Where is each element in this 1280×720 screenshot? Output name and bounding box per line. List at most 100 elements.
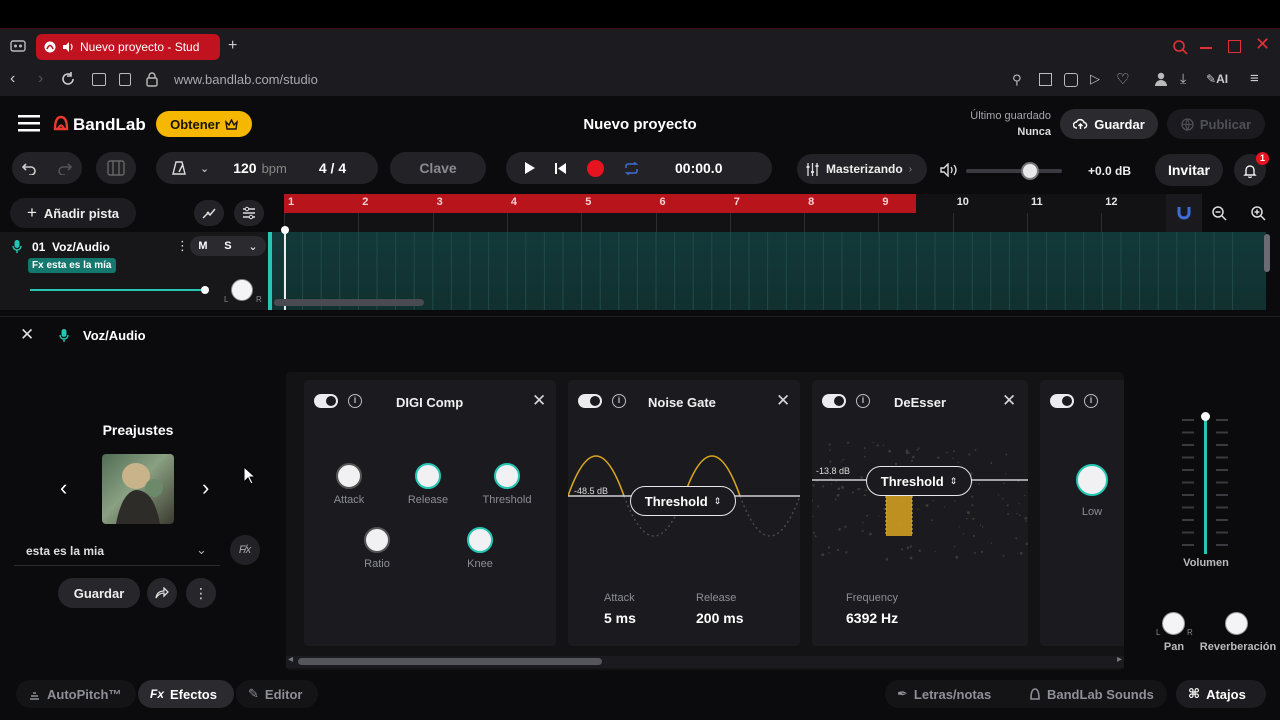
noise-gate-toggle[interactable] bbox=[578, 394, 602, 408]
undo-icon[interactable] bbox=[22, 162, 37, 175]
shortcuts-tab[interactable]: ⌘ Atajos bbox=[1176, 680, 1266, 708]
loop-icon[interactable] bbox=[624, 161, 639, 175]
preset-dropdown[interactable]: esta es la mia ⌄ bbox=[14, 538, 220, 566]
rack-scrollbar[interactable]: ◂ ▸ bbox=[286, 654, 1124, 668]
chevron-down-icon[interactable]: ⌄ bbox=[200, 162, 209, 175]
timeline-ruler[interactable]: 1 2 3 4 5 6 7 8 9 10 11 12 bbox=[284, 194, 1166, 232]
heart-icon[interactable]: ♡ bbox=[1116, 70, 1129, 88]
lyrics-tab[interactable]: ✒ Letras/notas bbox=[885, 680, 1017, 708]
track-more-icon[interactable]: ⋮ bbox=[176, 238, 189, 254]
metronome-icon[interactable] bbox=[172, 161, 186, 175]
editor-tab[interactable]: ✎ Editor bbox=[236, 680, 318, 708]
add-track-button[interactable]: + Añadir pista bbox=[10, 198, 136, 228]
autopitch-tab[interactable]: AutoPitch™ bbox=[16, 680, 136, 708]
save-preset-button[interactable]: Guardar bbox=[58, 578, 140, 608]
bpm-value[interactable]: 120 bbox=[233, 160, 256, 176]
info-icon[interactable]: i bbox=[612, 394, 626, 408]
volume-fader-track[interactable] bbox=[1204, 416, 1207, 554]
comp-knob-knee[interactable] bbox=[467, 527, 493, 553]
low-knob[interactable] bbox=[1076, 464, 1108, 496]
deesser-threshold-button[interactable]: Threshold ⇕ bbox=[866, 466, 972, 496]
zoom-out-icon[interactable] bbox=[1211, 205, 1227, 221]
pin-icon[interactable]: ⚲ bbox=[1012, 72, 1022, 88]
time-signature[interactable]: 4 / 4 bbox=[319, 160, 346, 176]
share-preset-button[interactable] bbox=[147, 578, 177, 608]
download-icon[interactable]: ⤓ bbox=[1180, 70, 1186, 87]
close-noise-gate-icon[interactable]: ✕ bbox=[776, 391, 790, 411]
redo-icon[interactable] bbox=[57, 162, 72, 175]
noise-gate-release-value[interactable]: 200 ms bbox=[696, 610, 743, 626]
effects-tab[interactable]: Fx Efectos bbox=[138, 680, 234, 708]
print-icon[interactable] bbox=[119, 73, 131, 86]
master-volume-knob[interactable] bbox=[1021, 162, 1039, 180]
browser-menu-icon[interactable]: ≡ bbox=[1250, 70, 1259, 87]
keyboard-button[interactable] bbox=[96, 152, 136, 184]
skip-back-icon[interactable] bbox=[554, 162, 567, 175]
zoom-in-icon[interactable] bbox=[1250, 205, 1266, 221]
mute-button[interactable]: M bbox=[198, 240, 207, 252]
publish-button[interactable]: Publicar bbox=[1167, 109, 1265, 139]
next-preset-icon[interactable]: › bbox=[202, 475, 209, 501]
digi-comp-toggle[interactable] bbox=[314, 394, 338, 408]
tab-overview-icon[interactable] bbox=[10, 39, 26, 53]
profile-icon[interactable] bbox=[1154, 72, 1168, 87]
vertical-scrollbar-thumb[interactable] bbox=[1264, 234, 1270, 272]
comp-knob-release[interactable] bbox=[415, 463, 441, 489]
browser-tab-active[interactable]: Nuevo proyecto - Stud bbox=[36, 34, 220, 60]
close-deesser-icon[interactable]: ✕ bbox=[1002, 391, 1016, 411]
info-icon[interactable]: i bbox=[856, 394, 870, 408]
info-icon[interactable]: i bbox=[348, 394, 362, 408]
url-text[interactable]: www.bandlab.com/studio bbox=[174, 72, 318, 87]
deesser-frequency-value[interactable]: 6392 Hz bbox=[846, 610, 898, 626]
noise-gate-attack-value[interactable]: 5 ms bbox=[604, 610, 636, 626]
noise-gate-threshold-button[interactable]: Threshold ⇕ bbox=[630, 486, 736, 516]
remove-fx-button[interactable]: F̸x bbox=[230, 535, 260, 565]
track-volume-handle[interactable] bbox=[201, 286, 209, 294]
screenshot-icon[interactable] bbox=[1039, 73, 1052, 86]
get-membership-button[interactable]: Obtener bbox=[156, 111, 252, 137]
close-effects-icon[interactable]: ✕ bbox=[20, 325, 34, 345]
reverb-knob[interactable] bbox=[1225, 612, 1248, 635]
maximize-icon[interactable] bbox=[1228, 40, 1241, 53]
save-project-button[interactable]: Guardar bbox=[1060, 109, 1158, 139]
key-button[interactable]: Clave bbox=[390, 152, 486, 184]
fourth-effect-toggle[interactable] bbox=[1050, 394, 1074, 408]
speaker-icon[interactable] bbox=[62, 41, 74, 53]
track-name[interactable]: 01 Voz/Audio bbox=[32, 240, 110, 254]
previous-preset-icon[interactable]: ‹ bbox=[60, 475, 67, 501]
preset-more-button[interactable]: ⋮ bbox=[186, 578, 216, 608]
volume-fader-handle[interactable] bbox=[1201, 412, 1210, 421]
info-icon[interactable]: i bbox=[1084, 394, 1098, 408]
master-volume-icon[interactable] bbox=[940, 163, 958, 177]
brand-name[interactable]: BandLab bbox=[73, 115, 146, 135]
expand-track-icon[interactable]: ⌄ bbox=[248, 240, 257, 253]
hamburger-menu-icon[interactable] bbox=[18, 114, 40, 132]
shield-block-icon[interactable] bbox=[1064, 73, 1078, 87]
play-tab-icon[interactable]: ▷ bbox=[1090, 71, 1100, 87]
invite-button[interactable]: Invitar bbox=[1155, 154, 1223, 186]
solo-button[interactable]: S bbox=[224, 240, 231, 252]
deesser-toggle[interactable] bbox=[822, 394, 846, 408]
pan-knob[interactable] bbox=[1162, 612, 1185, 635]
project-title[interactable]: Nuevo proyecto bbox=[540, 116, 740, 133]
play-icon[interactable] bbox=[524, 161, 536, 175]
track-control-panel[interactable]: 01 Voz/Audio ⋮ M S ⌄ Fx esta es la mía L… bbox=[0, 232, 270, 310]
scroll-left-icon[interactable]: ◂ bbox=[288, 654, 293, 665]
reader-icon[interactable] bbox=[92, 73, 106, 86]
mastering-button[interactable]: Masterizando › bbox=[797, 154, 927, 184]
track-fx-chip[interactable]: Fx esta es la mía bbox=[28, 258, 116, 273]
track-settings-button[interactable] bbox=[234, 200, 264, 226]
master-volume-slider[interactable] bbox=[966, 169, 1062, 173]
record-icon[interactable] bbox=[587, 159, 604, 177]
bandlab-sounds-tab[interactable]: BandLab Sounds bbox=[1017, 680, 1167, 708]
reload-icon[interactable] bbox=[60, 71, 76, 87]
forward-icon[interactable]: › bbox=[38, 70, 43, 88]
rack-scrollbar-thumb[interactable] bbox=[298, 658, 602, 665]
track-volume-slider[interactable] bbox=[30, 289, 206, 291]
search-icon[interactable] bbox=[1172, 39, 1188, 55]
horizontal-scrollbar-thumb[interactable] bbox=[274, 299, 424, 306]
new-tab-plus-icon[interactable]: + bbox=[228, 37, 237, 55]
comp-knob-attack[interactable] bbox=[336, 463, 362, 489]
snap-magnet-button[interactable] bbox=[1166, 194, 1202, 232]
minimize-icon[interactable] bbox=[1200, 47, 1212, 49]
